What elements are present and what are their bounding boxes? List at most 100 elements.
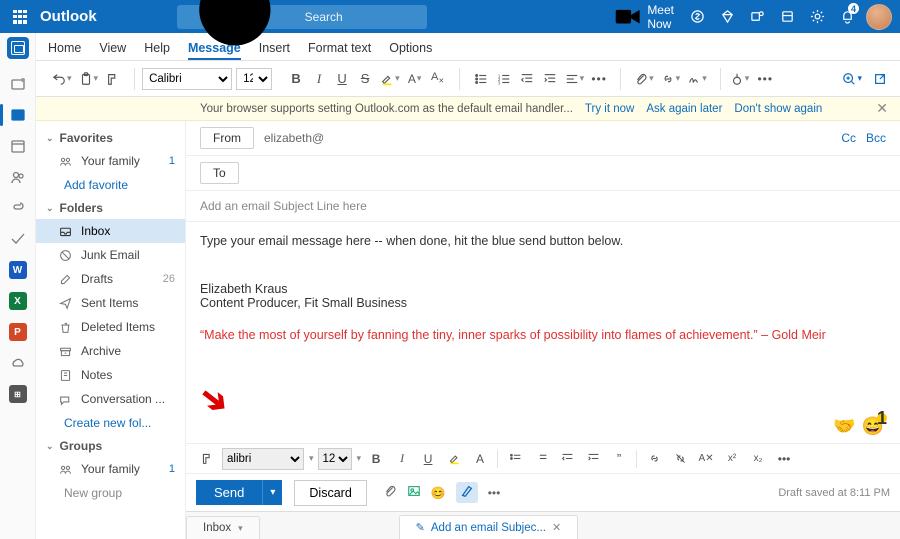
close-tab-icon[interactable]: ✕ (552, 521, 561, 534)
nav-item-inbox[interactable]: Inbox (36, 219, 185, 243)
settings-icon[interactable] (802, 0, 832, 33)
fmt-super-button[interactable]: x² (721, 448, 743, 470)
popout-button[interactable] (870, 67, 890, 91)
align-button[interactable]: ▾ (563, 67, 587, 91)
meet-now-button[interactable]: Meet Now (614, 3, 674, 31)
nav-item-archive[interactable]: Archive (36, 339, 185, 363)
fmt-font-select[interactable]: alibri (222, 448, 304, 470)
strike-button[interactable]: S (355, 67, 375, 91)
rail-todo-icon[interactable] (8, 229, 28, 249)
fmt-italic-button[interactable]: I (391, 448, 413, 470)
underline-button[interactable]: U (332, 67, 352, 91)
more-para-button[interactable]: ••• (589, 67, 609, 91)
fmt-bullets-button[interactable] (504, 448, 526, 470)
avatar[interactable] (866, 4, 892, 30)
nav-item-conversation[interactable]: Conversation ... (36, 387, 185, 411)
font-color-button[interactable]: A▾ (405, 67, 425, 91)
rail-mail-unread-icon[interactable] (8, 74, 28, 94)
fmt-more-button[interactable]: ••• (773, 448, 795, 470)
rail-more-apps-icon[interactable]: ⊞ (8, 384, 28, 404)
rail-excel-icon[interactable]: X (8, 291, 28, 311)
fmt-color-button[interactable]: A (469, 448, 491, 470)
nav-new-group[interactable]: New group (36, 481, 185, 505)
attach-button[interactable]: ▾ (632, 67, 656, 91)
nav-section-folders[interactable]: ⌄Folders (36, 197, 185, 219)
banner-close-icon[interactable]: ✕ (876, 100, 888, 117)
nav-section-favorites[interactable]: ⌄Favorites (36, 127, 185, 149)
banner-try-link[interactable]: Try it now (585, 103, 634, 115)
fmt-bold-button[interactable]: B (365, 448, 387, 470)
nav-item-deleted[interactable]: Deleted Items (36, 315, 185, 339)
to-button[interactable]: To (200, 162, 239, 184)
nav-item-junk[interactable]: Junk Email (36, 243, 185, 267)
signature-button[interactable]: ▾ (685, 67, 709, 91)
premium-icon[interactable] (712, 0, 742, 33)
nav-section-groups[interactable]: ⌄Groups (36, 435, 185, 457)
nav-item-notes[interactable]: Notes (36, 363, 185, 387)
nav-create-folder[interactable]: Create new fol... (36, 411, 185, 435)
bottom-tab-compose[interactable]: ✎Add an email Subjec...✕ (399, 515, 579, 539)
nav-item-drafts[interactable]: Drafts26 (36, 267, 185, 291)
nav-item-your-family-fav[interactable]: Your family1 (36, 149, 185, 173)
italic-button[interactable]: I (309, 67, 329, 91)
search-input[interactable] (305, 10, 419, 24)
search-box[interactable] (177, 5, 427, 29)
teams-icon[interactable] (742, 0, 772, 33)
cc-link[interactable]: Cc (841, 131, 856, 145)
rail-word-icon[interactable]: W (8, 260, 28, 280)
nav-item-your-family-group[interactable]: Your family1 (36, 457, 185, 481)
tab-home[interactable]: Home (48, 41, 81, 60)
paste-button[interactable]: ▾ (77, 67, 101, 91)
fmt-unlink-button[interactable] (669, 448, 691, 470)
subject-input[interactable] (200, 199, 886, 213)
bold-button[interactable]: B (286, 67, 306, 91)
nav-add-favorite[interactable]: Add favorite (36, 173, 185, 197)
fmt-numbers-button[interactable] (530, 448, 552, 470)
indent-button[interactable] (540, 67, 560, 91)
tab-insert[interactable]: Insert (259, 41, 290, 60)
tips-icon[interactable] (772, 0, 802, 33)
discard-button[interactable]: Discard (294, 480, 366, 506)
fmt-outdent-button[interactable] (556, 448, 578, 470)
fmt-quote-button[interactable]: ” (608, 448, 630, 470)
nav-item-sent[interactable]: Sent Items (36, 291, 185, 315)
bullets-button[interactable] (471, 67, 491, 91)
font-name-select[interactable]: Calibri (142, 68, 232, 90)
fmt-size-select[interactable]: 12 (318, 448, 352, 470)
banner-later-link[interactable]: Ask again later (646, 103, 722, 115)
fmt-underline-button[interactable]: U (417, 448, 439, 470)
tab-view[interactable]: View (99, 41, 126, 60)
outlook-logo-icon[interactable] (7, 37, 29, 59)
ribbon-overflow-button[interactable]: ••• (755, 67, 775, 91)
link-button[interactable]: ▾ (659, 67, 683, 91)
notifications-icon[interactable]: 4 (832, 0, 862, 33)
numbering-button[interactable]: 123 (494, 67, 514, 91)
fmt-sub-button[interactable]: x₂ (747, 448, 769, 470)
fmt-link-button[interactable] (643, 448, 665, 470)
highlight-button[interactable]: ▾ (378, 67, 402, 91)
banner-dont-link[interactable]: Don't show again (734, 103, 822, 115)
rail-mail-icon[interactable] (8, 105, 28, 125)
more-actions-icon[interactable]: ••• (488, 486, 501, 500)
rail-powerpoint-icon[interactable]: P (8, 322, 28, 342)
attach-icon[interactable] (383, 484, 397, 501)
from-button[interactable]: From (200, 127, 254, 149)
rail-calendar-icon[interactable] (8, 136, 28, 156)
rail-onedrive-icon[interactable] (8, 353, 28, 373)
sensitivity-button[interactable]: ▾ (728, 67, 752, 91)
fmt-indent-button[interactable] (582, 448, 604, 470)
reaction-smile-icon[interactable]: 😄1 (862, 416, 884, 437)
zoom-button[interactable]: ▾ (840, 67, 864, 91)
emoji-icon[interactable]: 😊 (431, 486, 446, 500)
reaction-handshake-icon[interactable]: 🤝 (833, 416, 855, 437)
rail-people-icon[interactable] (8, 167, 28, 187)
format-painter-button[interactable] (103, 67, 123, 91)
skype-icon[interactable] (682, 0, 712, 33)
undo-button[interactable]: ▾ (50, 67, 74, 91)
message-body[interactable]: Type your email message here -- when don… (186, 222, 900, 443)
fmt-clear-button[interactable]: A✕ (695, 448, 717, 470)
send-button[interactable]: Send (196, 480, 262, 505)
outdent-button[interactable] (517, 67, 537, 91)
clear-format-button[interactable]: A✕ (428, 67, 448, 91)
font-size-select[interactable]: 12 (236, 68, 272, 90)
